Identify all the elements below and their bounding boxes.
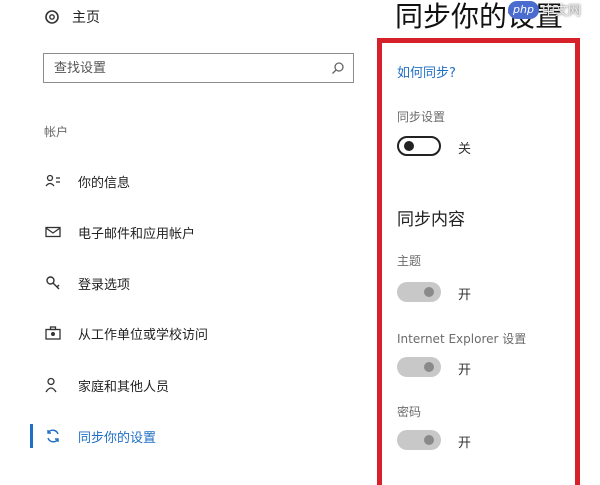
person-card-icon — [44, 172, 62, 190]
sidebar-item-your-info[interactable]: 你的信息 — [44, 168, 130, 194]
sidebar-item-label: 登录选项 — [78, 277, 131, 293]
nav-home[interactable]: 主页 — [44, 4, 100, 30]
ie-settings-state: 开 — [458, 363, 472, 378]
key-icon — [44, 274, 62, 292]
toggle-knob — [424, 362, 434, 372]
sidebar-item-family-others[interactable]: 家庭和其他人员 — [44, 372, 169, 398]
ie-settings-label: Internet Explorer 设置 — [397, 332, 527, 346]
search-input[interactable] — [54, 60, 314, 76]
sidebar-item-label: 电子邮件和应用帐户 — [78, 226, 196, 242]
how-to-sync-link[interactable]: 如何同步? — [397, 62, 456, 81]
search-icon — [332, 62, 344, 74]
sync-settings-state: 关 — [458, 142, 472, 157]
toggle-knob — [404, 141, 414, 151]
active-indicator — [30, 424, 33, 448]
watermark: php 中文网 — [508, 0, 581, 19]
sidebar-item-sign-in-options[interactable]: 登录选项 — [44, 270, 130, 296]
sync-settings-label: 同步设置 — [397, 110, 446, 124]
toggle-knob — [424, 287, 434, 297]
section-label-accounts: 帐户 — [44, 125, 69, 139]
watermark-badge: php — [508, 0, 539, 19]
sidebar-item-label: 你的信息 — [78, 175, 131, 191]
sidebar-item-email-accounts[interactable]: 电子邮件和应用帐户 — [44, 219, 195, 245]
briefcase-icon — [44, 324, 62, 342]
sync-content-heading: 同步内容 — [397, 210, 465, 230]
passwords-label: 密码 — [397, 405, 422, 419]
sync-settings-toggle[interactable] — [397, 136, 441, 156]
theme-toggle[interactable] — [397, 282, 441, 302]
ie-settings-toggle[interactable] — [397, 357, 441, 377]
sidebar-item-access-work-school[interactable]: 从工作单位或学校访问 — [44, 320, 208, 346]
gear-icon — [45, 10, 59, 24]
people-icon — [44, 376, 62, 394]
search-box[interactable] — [43, 53, 354, 83]
theme-state: 开 — [458, 288, 472, 303]
sidebar-item-label: 家庭和其他人员 — [78, 379, 170, 395]
toggle-knob — [424, 435, 434, 445]
sidebar-item-label: 从工作单位或学校访问 — [78, 327, 209, 343]
passwords-toggle[interactable] — [397, 430, 441, 450]
mail-icon — [44, 223, 62, 241]
theme-label: 主题 — [397, 254, 422, 268]
sidebar-item-sync-settings[interactable]: 同步你的设置 — [44, 423, 156, 449]
passwords-state: 开 — [458, 436, 472, 451]
watermark-text: 中文网 — [541, 4, 581, 19]
sync-icon — [44, 427, 62, 445]
sidebar-item-label: 同步你的设置 — [78, 430, 157, 446]
nav-home-label: 主页 — [72, 10, 100, 26]
